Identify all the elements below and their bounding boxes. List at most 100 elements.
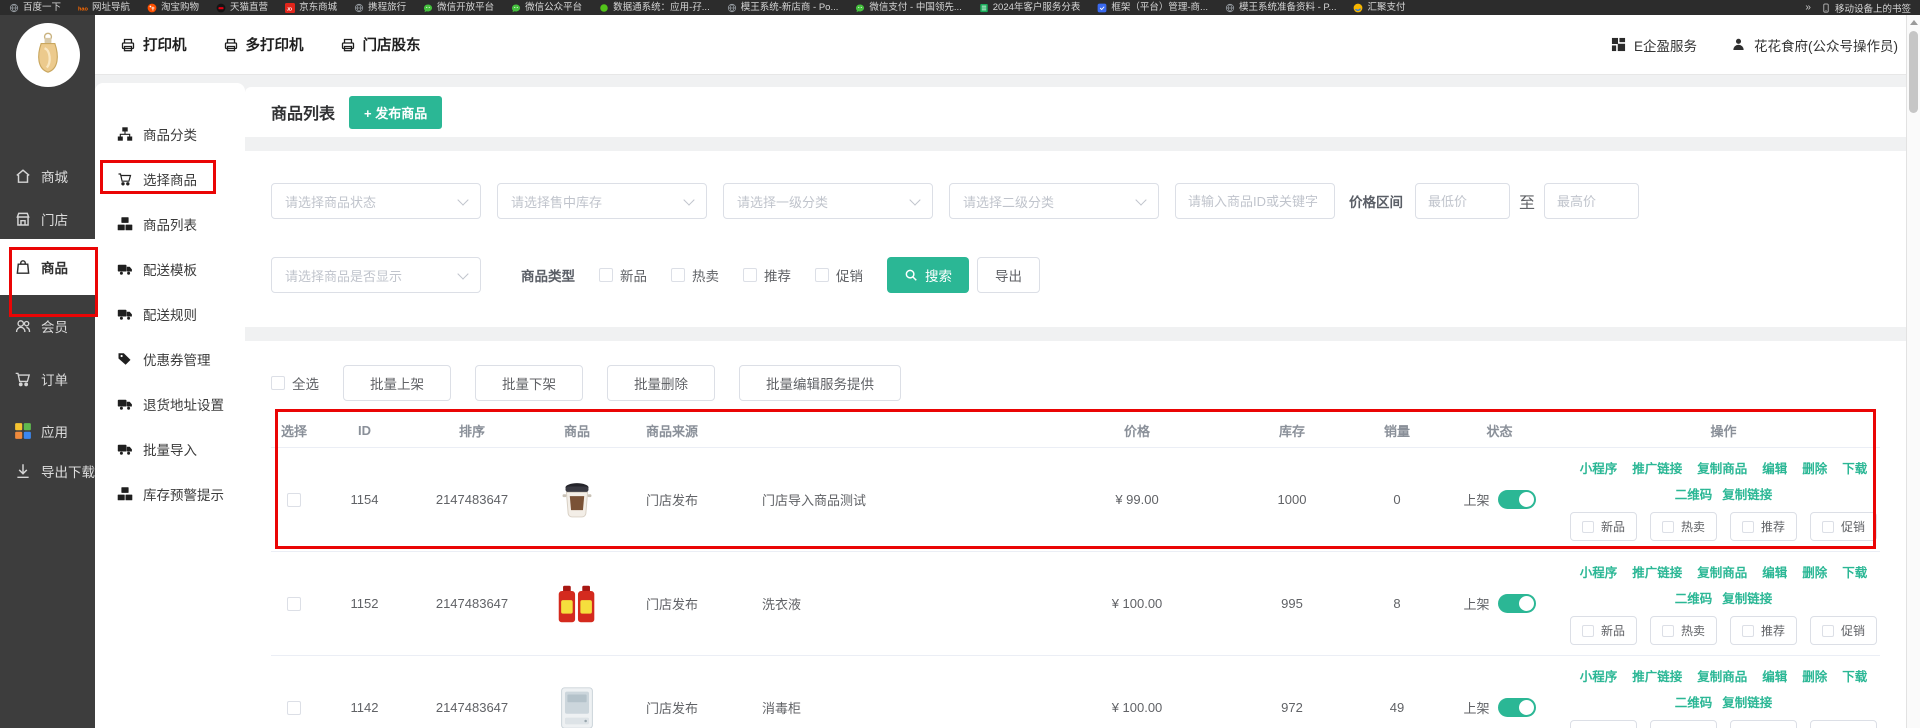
product-type-checkbox[interactable]: 热卖 (671, 265, 719, 285)
top-nav-item[interactable]: 打印机 (120, 34, 187, 55)
submenu-item[interactable]: 选择商品 (95, 156, 245, 201)
keyword-input[interactable] (1175, 183, 1335, 219)
download-link[interactable]: 下载 (1842, 666, 1867, 685)
tag-hot-chip[interactable]: 热卖 (1650, 720, 1717, 728)
promo-link[interactable]: 推广链接 (1632, 666, 1682, 685)
tag-recommend-chip[interactable]: 推荐 (1730, 720, 1797, 728)
copy-url-link[interactable]: 复制链接 (1722, 484, 1772, 503)
tag-hot-chip[interactable]: 热卖 (1650, 512, 1717, 541)
qrcode-link[interactable]: 二维码 (1675, 588, 1713, 607)
tag-recommend-chip[interactable]: 推荐 (1730, 512, 1797, 541)
bookmark-item[interactable]: 天猫直营 (216, 0, 268, 15)
qrcode-link[interactable]: 二维码 (1675, 692, 1713, 711)
submenu-item[interactable]: 配送模板 (95, 246, 245, 291)
sidebar-item[interactable]: 应用 (0, 411, 95, 451)
batch-action-button[interactable]: 批量上架 (343, 365, 451, 401)
edit-link[interactable]: 编辑 (1762, 458, 1787, 477)
submenu-item[interactable]: 配送规则 (95, 291, 245, 336)
vertical-scrollbar[interactable] (1906, 15, 1920, 728)
product-status-select[interactable]: 请选择商品状态 (271, 183, 481, 219)
min-price-input[interactable] (1415, 183, 1510, 219)
status-toggle[interactable] (1498, 490, 1536, 509)
promo-link[interactable]: 推广链接 (1632, 458, 1682, 477)
search-button[interactable]: 搜索 (887, 257, 969, 293)
scrollbar-thumb[interactable] (1909, 31, 1918, 113)
bookmark-item[interactable]: 模王系统准备资料 - P... (1225, 0, 1336, 15)
bookmark-item[interactable]: 淘宝购物 (147, 0, 199, 15)
delete-link[interactable]: 删除 (1802, 458, 1827, 477)
bookmark-item[interactable]: 微信支付 - 中国领先... (855, 0, 961, 15)
stock-select[interactable]: 请选择售中库存 (497, 183, 707, 219)
sidebar-item[interactable]: 门店 (0, 199, 95, 239)
status-toggle[interactable] (1498, 594, 1536, 613)
bookmark-item[interactable]: 汇聚支付 (1353, 0, 1405, 15)
batch-action-button[interactable]: 批量编辑服务提供 (739, 365, 901, 401)
submenu-item[interactable]: 退货地址设置 (95, 381, 245, 426)
bookmark-item[interactable]: JD 京东商城 (285, 0, 337, 15)
top-nav-item[interactable]: 门店股东 (340, 34, 421, 55)
category1-select[interactable]: 请选择一级分类 (723, 183, 933, 219)
row-select-checkbox[interactable] (287, 701, 301, 715)
product-type-checkbox[interactable]: 促销 (815, 265, 863, 285)
bookmark-item[interactable]: 框架（平台）管理-商... (1097, 0, 1208, 15)
category2-select[interactable]: 请选择二级分类 (949, 183, 1159, 219)
max-price-input[interactable] (1544, 183, 1639, 219)
scroll-up-arrow-icon[interactable] (1910, 20, 1918, 25)
mini-program-link[interactable]: 小程序 (1580, 666, 1618, 685)
bookmark-item[interactable]: 微信公众平台 (511, 0, 582, 15)
tag-new-chip[interactable]: 新品 (1570, 512, 1637, 541)
tag-recommend-chip[interactable]: 推荐 (1730, 616, 1797, 645)
tag-new-chip[interactable]: 新品 (1570, 720, 1637, 728)
sidebar-item[interactable]: 导出下载 (0, 451, 95, 491)
edit-link[interactable]: 编辑 (1762, 562, 1787, 581)
shop-logo-avatar[interactable] (16, 23, 80, 87)
row-select-checkbox[interactable] (287, 493, 301, 507)
bookmark-item[interactable]: 模王系统-新店商 - Po... (727, 0, 839, 15)
bookmark-item[interactable]: 携程旅行 (354, 0, 406, 15)
mobile-bookmarks-folder[interactable]: 移动设备上的书签 (1821, 1, 1911, 15)
sidebar-item[interactable]: 商品 (0, 239, 95, 295)
top-nav-item[interactable]: 多打印机 (223, 34, 304, 55)
promo-link[interactable]: 推广链接 (1632, 562, 1682, 581)
product-type-checkbox[interactable]: 新品 (599, 265, 647, 285)
mini-program-link[interactable]: 小程序 (1580, 562, 1618, 581)
visibility-select[interactable]: 请选择商品是否显示 (271, 257, 481, 293)
bookmark-item[interactable]: 微信开放平台 (423, 0, 494, 15)
sidebar-item[interactable]: 会员 (0, 306, 95, 346)
tag-promo-chip[interactable]: 促销 (1810, 720, 1877, 728)
bookmark-item[interactable]: hao 网址导航 (78, 0, 130, 15)
bookmark-item[interactable]: 数据通系统：应用-孖... (599, 0, 710, 15)
bookmark-item[interactable]: 百度一下 (9, 0, 61, 15)
export-button[interactable]: 导出 (977, 257, 1040, 293)
copy-product-link[interactable]: 复制商品 (1697, 666, 1747, 685)
submenu-item[interactable]: 批量导入 (95, 426, 245, 471)
bookmark-item[interactable]: 2024年客户服务分表 (979, 0, 1081, 15)
user-menu[interactable]: 花花食府(公众号操作员) (1731, 35, 1898, 55)
bookmarks-overflow-chevron[interactable]: » (1805, 2, 1811, 13)
copy-product-link[interactable]: 复制商品 (1697, 458, 1747, 477)
product-type-checkbox[interactable]: 推荐 (743, 265, 791, 285)
copy-url-link[interactable]: 复制链接 (1722, 692, 1772, 711)
batch-action-button[interactable]: 批量删除 (607, 365, 715, 401)
service-menu[interactable]: E企盈服务 (1611, 35, 1697, 55)
download-link[interactable]: 下载 (1842, 458, 1867, 477)
select-all-checkbox[interactable]: 全选 (271, 373, 319, 393)
sidebar-item[interactable]: 订单 (0, 359, 95, 399)
status-toggle[interactable] (1498, 698, 1536, 717)
edit-link[interactable]: 编辑 (1762, 666, 1787, 685)
tag-promo-chip[interactable]: 促销 (1810, 512, 1877, 541)
publish-product-button[interactable]: + 发布商品 (349, 96, 442, 129)
delete-link[interactable]: 删除 (1802, 666, 1827, 685)
copy-product-link[interactable]: 复制商品 (1697, 562, 1747, 581)
download-link[interactable]: 下载 (1842, 562, 1867, 581)
tag-hot-chip[interactable]: 热卖 (1650, 616, 1717, 645)
tag-promo-chip[interactable]: 促销 (1810, 616, 1877, 645)
qrcode-link[interactable]: 二维码 (1675, 484, 1713, 503)
copy-url-link[interactable]: 复制链接 (1722, 588, 1772, 607)
submenu-item[interactable]: 库存预警提示 (95, 471, 245, 516)
batch-action-button[interactable]: 批量下架 (475, 365, 583, 401)
submenu-item[interactable]: 商品分类 (95, 111, 245, 156)
submenu-item[interactable]: 优惠券管理 (95, 336, 245, 381)
tag-new-chip[interactable]: 新品 (1570, 616, 1637, 645)
sidebar-item[interactable]: 商城 (0, 156, 95, 196)
